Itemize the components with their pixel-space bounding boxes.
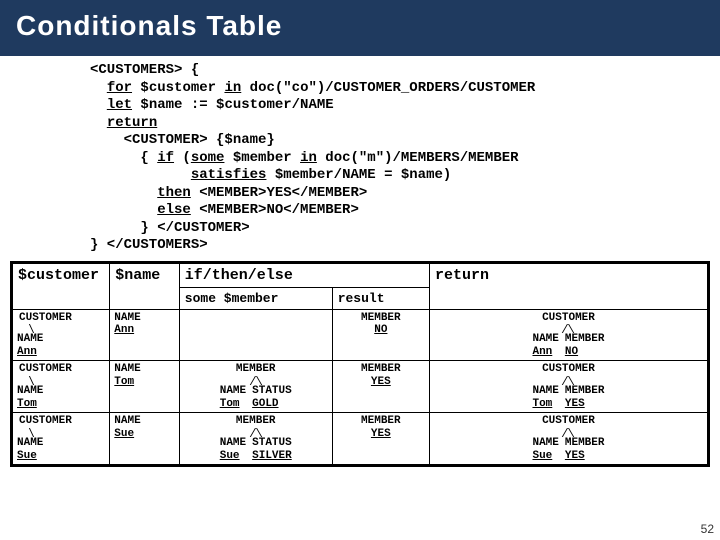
slide-title: Conditionals Table	[0, 0, 720, 56]
some-right-value: SILVER	[252, 450, 292, 463]
tree-root: CUSTOMER	[17, 363, 74, 376]
conditionals-table: $customer $name if/then/else return some…	[10, 261, 710, 468]
some-member-cell	[179, 309, 332, 361]
table-row: CUSTOMER NAME Ann NAME Ann MEMBER NO	[13, 309, 708, 361]
return-left-label: NAME	[532, 437, 558, 450]
result-value: YES	[371, 376, 391, 389]
name-value: Sue	[114, 428, 134, 441]
col-name: $name	[110, 263, 180, 309]
some-root: MEMBER	[234, 415, 278, 428]
name-label: NAME	[114, 312, 140, 325]
tree-value: Tom	[17, 398, 37, 411]
some-root: MEMBER	[234, 363, 278, 376]
result-root: MEMBER	[361, 312, 401, 325]
return-left-label: NAME	[532, 333, 558, 346]
tree-label: NAME	[17, 437, 43, 450]
return-root: CUSTOMER	[540, 415, 597, 428]
tree-label: NAME	[17, 333, 43, 346]
table-header-row: $customer $name if/then/else return	[13, 263, 708, 287]
some-right-label: STATUS	[252, 437, 292, 450]
code-block: <CUSTOMERS> { for $customer in doc("co")…	[0, 56, 720, 259]
col-some-member: some $member	[179, 287, 332, 309]
some-left-value: Sue	[220, 450, 240, 463]
return-right-value: YES	[565, 398, 585, 411]
result-root: MEMBER	[361, 363, 401, 376]
name-value: Tom	[114, 376, 134, 389]
return-right-value: NO	[565, 346, 578, 359]
name-label: NAME	[114, 415, 140, 428]
return-root: CUSTOMER	[540, 312, 597, 325]
some-right-label: STATUS	[252, 385, 292, 398]
result-value: YES	[371, 428, 391, 441]
page-number: 52	[701, 522, 714, 536]
return-root: CUSTOMER	[540, 363, 597, 376]
col-return: return	[429, 263, 707, 309]
some-left-value: Tom	[220, 398, 240, 411]
col-result: result	[332, 287, 429, 309]
return-left-value: Ann	[532, 346, 552, 359]
tree-value: Sue	[17, 450, 37, 463]
some-left-label: NAME	[220, 385, 246, 398]
tree-label: NAME	[17, 385, 43, 398]
return-right-value: YES	[565, 450, 585, 463]
table-row: CUSTOMER NAME Sue NAME Sue MEMBER NAME	[13, 413, 708, 465]
tree-root: CUSTOMER	[17, 312, 74, 325]
some-left-label: NAME	[220, 437, 246, 450]
result-value: NO	[374, 324, 387, 337]
return-right-label: MEMBER	[565, 437, 605, 450]
col-ifthenelse: if/then/else	[179, 263, 429, 287]
return-right-label: MEMBER	[565, 385, 605, 398]
tree-root: CUSTOMER	[17, 415, 74, 428]
table-row: CUSTOMER NAME Tom NAME Tom MEMBER NAME	[13, 361, 708, 413]
result-root: MEMBER	[361, 415, 401, 428]
name-label: NAME	[114, 363, 140, 376]
return-left-value: Sue	[532, 450, 552, 463]
name-value: Ann	[114, 324, 134, 337]
return-left-label: NAME	[532, 385, 558, 398]
some-right-value: GOLD	[252, 398, 278, 411]
return-left-value: Tom	[532, 398, 552, 411]
col-customer: $customer	[13, 263, 110, 309]
return-right-label: MEMBER	[565, 333, 605, 346]
tree-value: Ann	[17, 346, 37, 359]
